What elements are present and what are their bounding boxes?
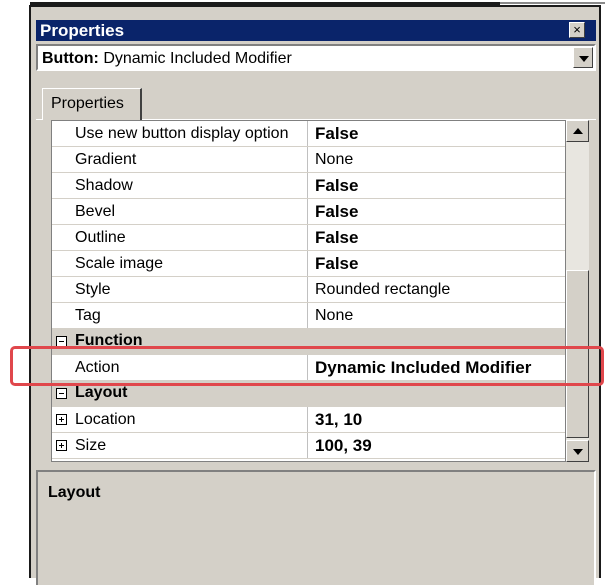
property-name-cell: Outline [52, 225, 308, 250]
property-value[interactable]: False [315, 227, 358, 248]
property-value[interactable]: None [315, 305, 353, 326]
object-selector-dropdown[interactable]: Button: Dynamic Included Modifier [36, 44, 596, 71]
scroll-up-button[interactable] [566, 120, 589, 142]
property-value[interactable]: False [315, 123, 358, 144]
property-row[interactable]: Location 31, 10 [52, 407, 565, 433]
property-name: Scale image [75, 255, 164, 272]
property-row[interactable]: Use new button display option False [52, 121, 565, 147]
property-name: Tag [75, 307, 101, 324]
chevron-down-icon [573, 449, 583, 455]
property-value[interactable]: False [315, 175, 358, 196]
object-name: Dynamic Included Modifier [103, 50, 292, 67]
object-type-label: Button: [42, 50, 99, 67]
property-name-cell: Location [52, 407, 308, 432]
property-grid: Use new button display option False Gradie… [51, 120, 566, 462]
property-value[interactable]: 31, 10 [315, 409, 362, 430]
property-row[interactable]: Style Rounded rectangle [52, 277, 565, 303]
properties-panel: Properties × Button: Dynamic Included Mo… [29, 5, 601, 585]
close-icon[interactable]: × [569, 22, 585, 38]
property-value[interactable]: Rounded rectangle [315, 279, 450, 300]
property-name-cell: Tag [52, 303, 308, 328]
property-name: Outline [75, 229, 126, 246]
property-name-cell: Use new button display option [52, 121, 308, 146]
tab-label: Properties [51, 95, 124, 112]
chevron-up-icon [573, 128, 583, 134]
dropdown-button[interactable] [573, 47, 593, 68]
property-name-cell: Bevel [52, 199, 308, 224]
property-value[interactable]: False [315, 253, 358, 274]
property-value[interactable]: False [315, 201, 358, 222]
scroll-down-button[interactable] [566, 440, 589, 462]
property-row[interactable]: Gradient None [52, 147, 565, 173]
description-pane: Layout [36, 470, 596, 585]
property-row[interactable]: Shadow False [52, 173, 565, 199]
property-name: Shadow [75, 177, 133, 194]
property-row[interactable]: Scale image False [52, 251, 565, 277]
title-bar: Properties × [36, 20, 596, 41]
tab-properties[interactable]: Properties [42, 88, 142, 120]
panel-title: Properties [40, 21, 125, 40]
grid-scrollbar[interactable] [566, 120, 589, 462]
description-title: Layout [48, 484, 101, 501]
property-name: Use new button display option [75, 125, 289, 142]
property-name-cell: Scale image [52, 251, 308, 276]
property-name-cell: Gradient [52, 147, 308, 172]
property-name: Size [75, 437, 107, 454]
property-value[interactable]: None [315, 149, 353, 170]
chevron-down-icon [579, 56, 589, 62]
property-name-cell: Size [52, 433, 308, 458]
property-name: Gradient [75, 151, 137, 168]
annotation-highlight [10, 346, 604, 386]
property-name-cell: Style [52, 277, 308, 302]
property-name: Bevel [75, 203, 116, 220]
property-name: Style [75, 281, 111, 298]
property-name: Location [75, 411, 136, 428]
property-row[interactable]: Tag None [52, 303, 565, 329]
property-name-cell: Shadow [52, 173, 308, 198]
collapse-icon[interactable] [56, 388, 67, 399]
property-value[interactable]: 100, 39 [315, 435, 372, 456]
property-row[interactable]: Bevel False [52, 199, 565, 225]
property-row[interactable]: Size 100, 39 [52, 433, 565, 459]
property-row[interactable]: Outline False [52, 225, 565, 251]
